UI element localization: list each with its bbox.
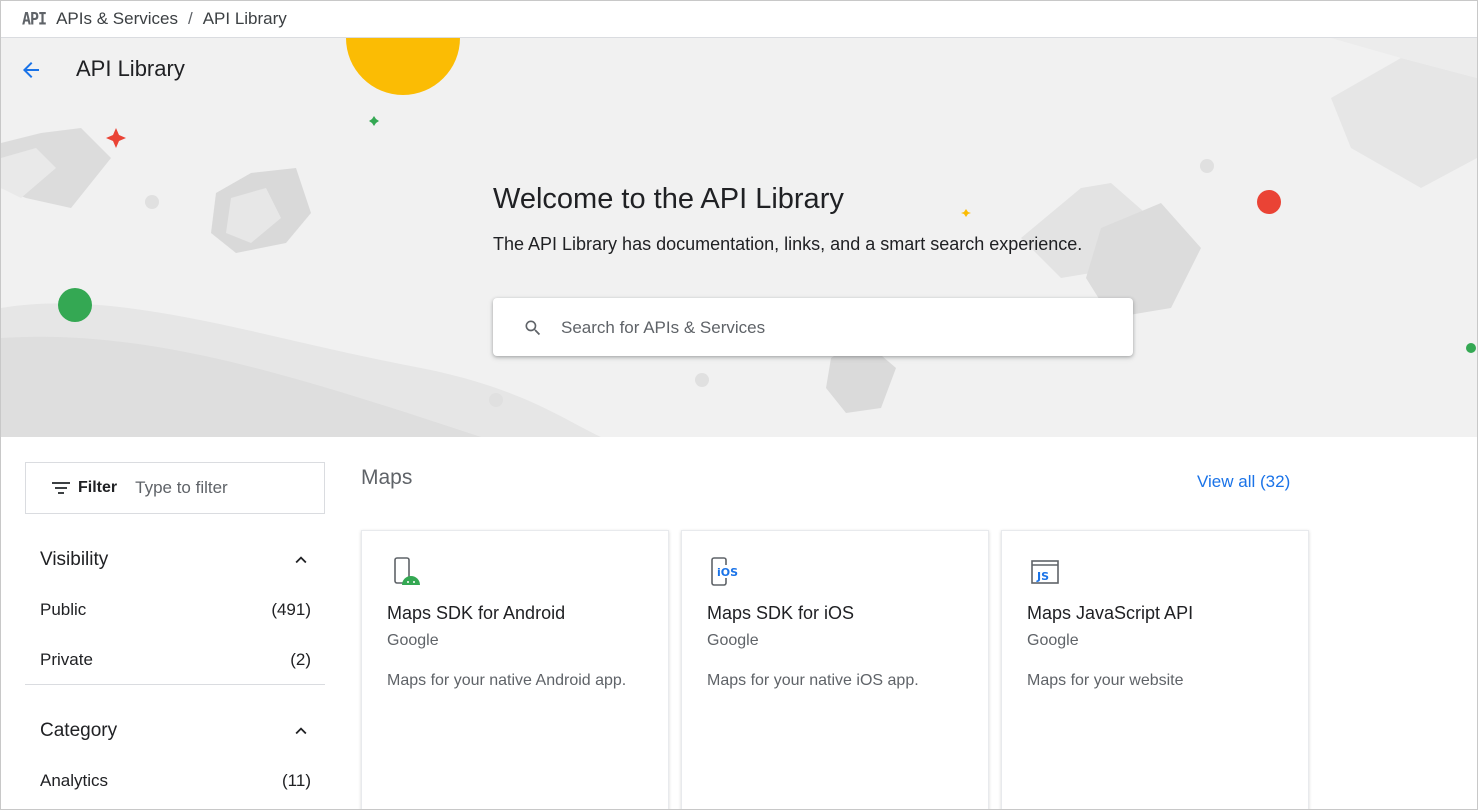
facet-item-label: Public (40, 600, 87, 619)
facet-item-private[interactable]: Private (2) (40, 650, 311, 670)
search-icon (525, 320, 541, 336)
welcome-subtitle: The API Library has documentation, links… (493, 234, 1083, 254)
android-phone-icon (394, 557, 420, 585)
breadcrumb: API APIs & Services / API Library (1, 1, 1477, 38)
api-card-maps-android[interactable]: Maps SDK for Android Google Maps for you… (361, 530, 669, 809)
filter-bar[interactable]: Filter (25, 462, 325, 514)
api-card-maps-javascript[interactable]: JS Maps JavaScript API Google Maps for y… (1001, 530, 1309, 809)
facet-item-public[interactable]: Public (491) (40, 600, 311, 620)
search-box[interactable] (493, 298, 1133, 356)
page-title: API Library (76, 56, 185, 81)
card-title: Maps JavaScript API (1027, 603, 1194, 623)
welcome-title: Welcome to the API Library (493, 183, 844, 215)
card-title: Maps SDK for Android (387, 603, 566, 623)
breadcrumb-separator: / (187, 9, 193, 28)
facet-item-label: Analytics (40, 771, 109, 790)
facet-item-analytics[interactable]: Analytics (11) (40, 771, 311, 791)
svg-text:JS: JS (1036, 570, 1049, 583)
breadcrumb-apis-services[interactable]: APIs & Services (56, 9, 178, 29)
breadcrumb-api-library[interactable]: API Library (203, 9, 287, 29)
facet-visibility-title: Visibility (40, 549, 109, 570)
hero-banner: API Library Welcome to the API Library T… (1, 38, 1477, 437)
javascript-icon: JS (1031, 560, 1059, 584)
chevron-up-icon[interactable] (290, 720, 312, 742)
card-vendor: Google (707, 632, 759, 649)
chevron-up-icon[interactable] (290, 549, 312, 571)
filter-icon (52, 482, 70, 494)
api-logo-icon: API (22, 9, 47, 29)
svg-text:iOS: iOS (717, 566, 738, 579)
search-input[interactable] (559, 312, 1113, 344)
facet-category-title: Category (40, 720, 118, 741)
facet-category-header[interactable]: Category (40, 716, 312, 746)
back-arrow-icon[interactable] (19, 58, 43, 82)
card-vendor: Google (387, 632, 439, 649)
ios-phone-icon: iOS (711, 557, 739, 586)
card-description: Maps for your native iOS app. (707, 672, 919, 689)
facet-visibility-header[interactable]: Visibility (40, 545, 312, 575)
api-card-maps-ios[interactable]: iOS Maps SDK for iOS Google Maps for you… (681, 530, 989, 809)
section-title-maps: Maps (361, 466, 413, 489)
sidebar-divider (25, 684, 325, 685)
facet-item-count: (491) (271, 600, 311, 619)
card-description: Maps for your website (1027, 672, 1184, 689)
card-vendor: Google (1027, 632, 1079, 649)
facet-item-count: (11) (282, 771, 311, 790)
view-all-link[interactable]: View all (32) (1197, 472, 1290, 492)
filter-label: Filter (78, 479, 118, 496)
facet-item-count: (2) (290, 650, 311, 669)
filter-input[interactable] (133, 477, 288, 499)
facet-item-label: Private (40, 650, 93, 669)
card-title: Maps SDK for iOS (707, 603, 855, 623)
app-frame: API APIs & Services / API Library API Li… (0, 0, 1478, 810)
card-description: Maps for your native Android app. (387, 672, 627, 689)
